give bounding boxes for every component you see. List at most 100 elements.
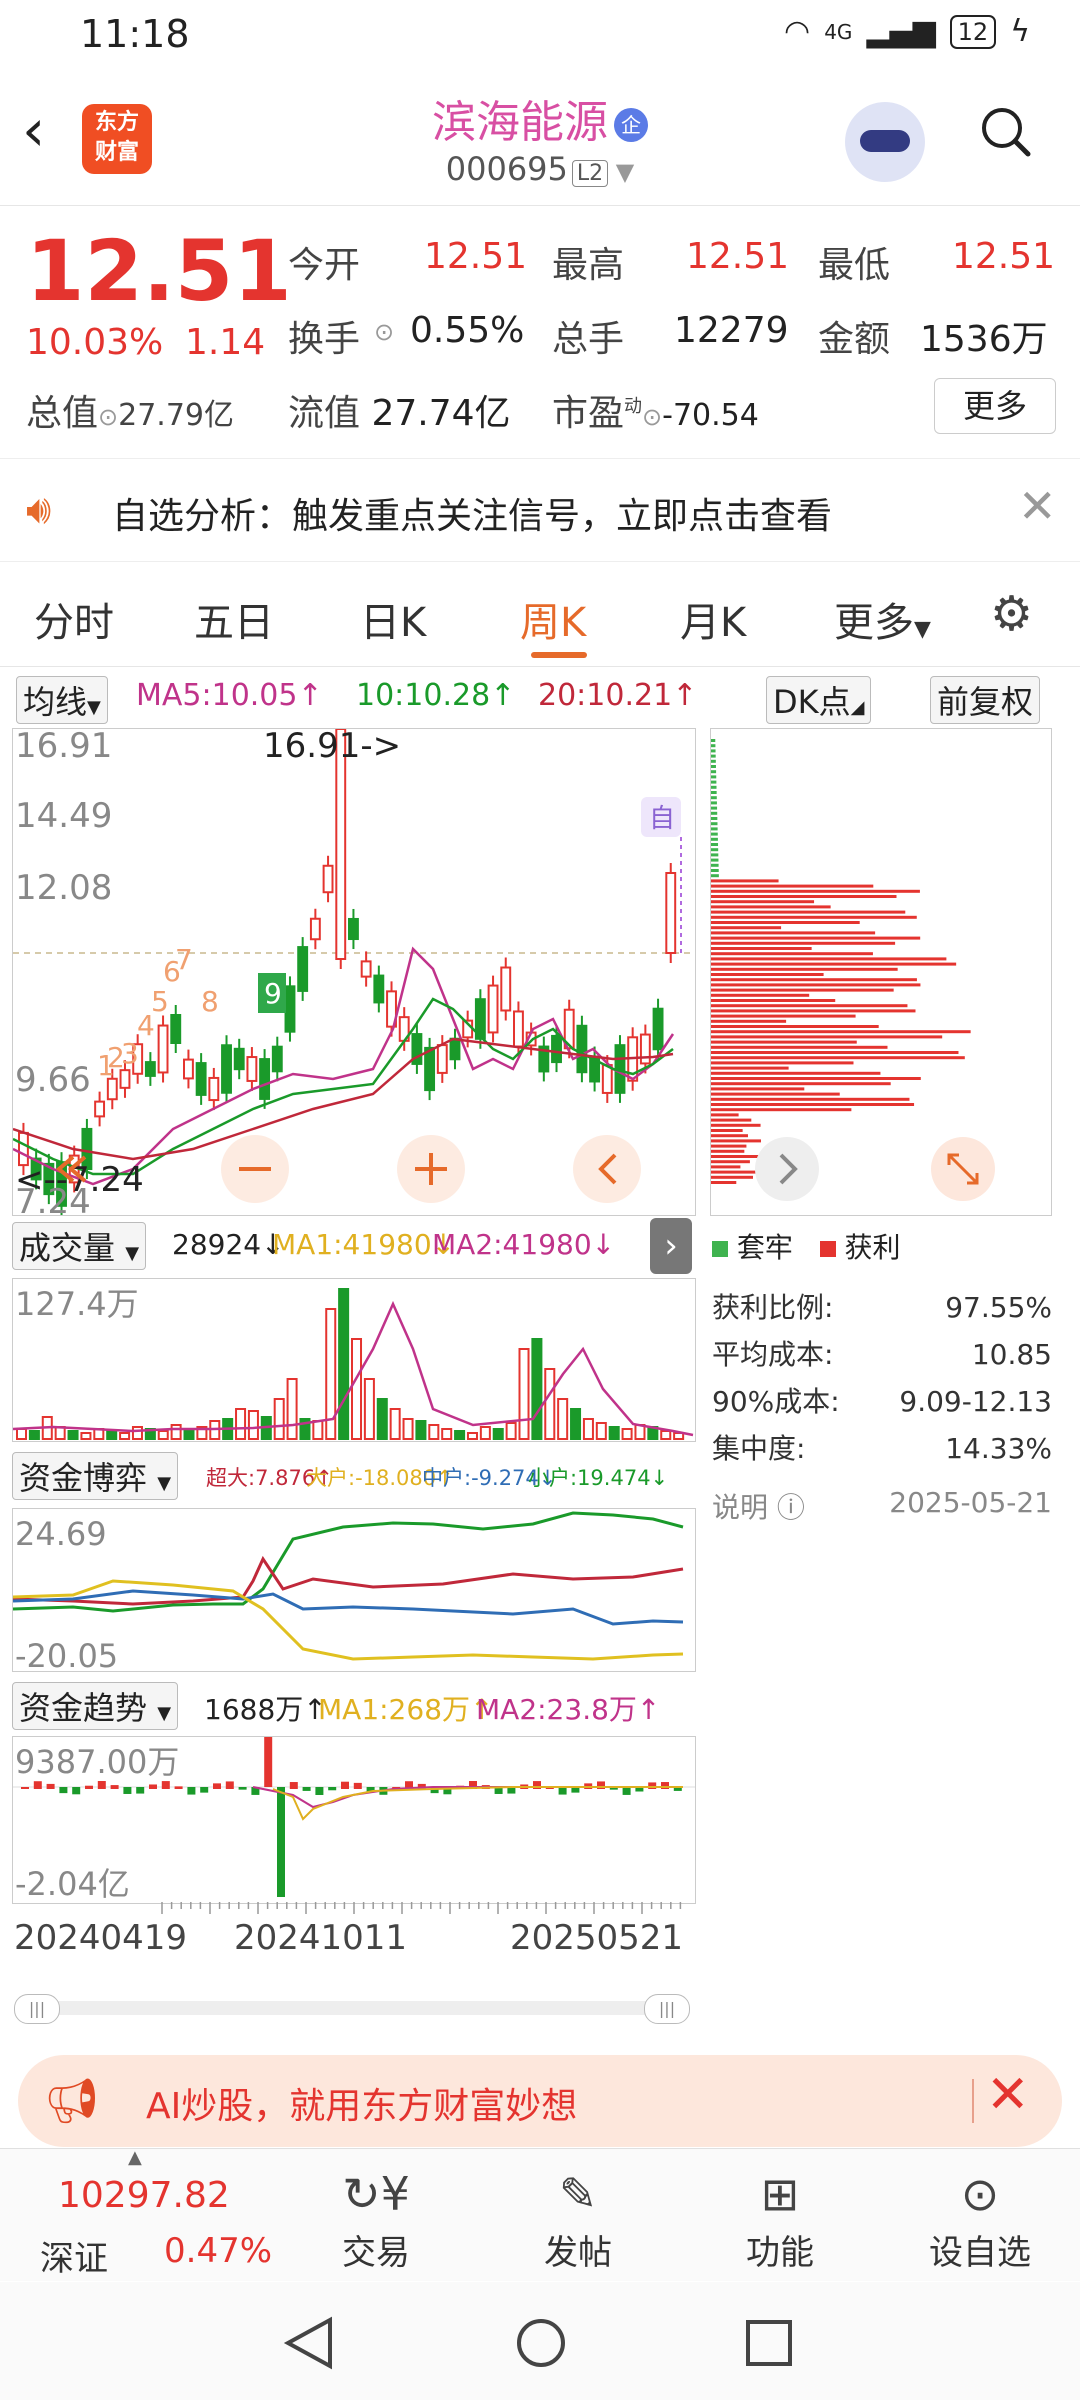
chip-note[interactable]: 说明 ⓘ bbox=[712, 1486, 805, 1526]
fullscreen-icon[interactable] bbox=[931, 1137, 995, 1201]
stock-name-text: 滨海能源 bbox=[432, 97, 608, 148]
trend-bar bbox=[136, 1787, 145, 1794]
capital-game-selector[interactable]: 资金博弈 ▼ bbox=[12, 1452, 179, 1500]
chip-bar bbox=[711, 1004, 908, 1008]
index-value[interactable]: 10297.82 bbox=[58, 2175, 230, 2216]
trend-bar bbox=[341, 1781, 349, 1789]
chip-bar bbox=[711, 993, 810, 997]
volume-selector[interactable]: 成交量 ▼ bbox=[12, 1222, 147, 1270]
chip-bar bbox=[711, 863, 719, 867]
chip-bar bbox=[711, 827, 718, 831]
capital-trend-selector[interactable]: 资金趋势 ▼ bbox=[12, 1682, 179, 1730]
search-icon[interactable] bbox=[980, 106, 1032, 158]
adjust-selector[interactable]: 前复权 bbox=[930, 676, 1041, 724]
trend-bar bbox=[97, 1781, 106, 1789]
promo-text: AI炒股，就用东方财富妙想 bbox=[146, 2086, 578, 2127]
volume-bar bbox=[119, 1432, 131, 1440]
chip-bar bbox=[711, 936, 921, 940]
volume-bar bbox=[582, 1418, 594, 1440]
index-percent[interactable]: 0.47% bbox=[164, 2231, 272, 2271]
trend-bar bbox=[213, 1783, 221, 1789]
current-price: 12.51 bbox=[26, 222, 292, 320]
system-back-icon[interactable] bbox=[282, 2316, 336, 2370]
chip-bar bbox=[711, 791, 717, 794]
trade-icon: ↻¥ bbox=[342, 2167, 410, 2221]
range-slider-right-handle[interactable]: ||| bbox=[644, 1994, 690, 2024]
chip-bar bbox=[711, 1134, 748, 1138]
system-recents-icon[interactable] bbox=[744, 2318, 794, 2368]
nav-functions[interactable]: ⊞ 功能 bbox=[720, 2163, 840, 2274]
expand-right-button[interactable] bbox=[755, 1137, 819, 1201]
chip-bar bbox=[711, 759, 716, 763]
y-axis-tick: 12.08 bbox=[15, 868, 112, 908]
chip-bar bbox=[711, 749, 716, 753]
market-cap: 总值⊙27.79亿 bbox=[26, 384, 234, 436]
nav-add-watchlist-label: 设自选 bbox=[929, 2233, 1031, 2273]
range-slider-left-handle[interactable]: ||| bbox=[14, 1994, 60, 2024]
chip-bar bbox=[711, 796, 717, 800]
chip-bar bbox=[711, 874, 719, 878]
range-slider-track[interactable] bbox=[14, 2001, 690, 2015]
nav-trade[interactable]: ↻¥ 交易 bbox=[316, 2163, 436, 2274]
chip-stat-label: 90%成本: bbox=[712, 1385, 840, 1418]
capital-trend-chart: 9387.00万 -2.04亿 bbox=[12, 1736, 696, 1904]
index-name[interactable]: 深证 bbox=[40, 2231, 108, 2280]
chip-distribution-chart[interactable] bbox=[710, 728, 1052, 1216]
kline-candle bbox=[449, 1037, 461, 1061]
chevron-right-icon[interactable]: › bbox=[650, 1218, 692, 1274]
volume-bar bbox=[466, 1432, 478, 1440]
info-icon: ⓘ bbox=[776, 1491, 805, 1524]
close-icon[interactable]: ✕ bbox=[1018, 479, 1057, 533]
zoom-out-button[interactable] bbox=[221, 1135, 289, 1203]
tab-weekly-k[interactable]: 周K bbox=[520, 590, 586, 648]
stock-header: ‹ 东方 财富 滨海能源企 000695 L2 ▼ bbox=[0, 70, 1080, 206]
y-axis-tick: 14.49 bbox=[15, 796, 112, 836]
dropdown-icon: ▼ bbox=[608, 158, 635, 186]
info-icon[interactable]: ⊙ bbox=[374, 318, 394, 346]
battery-icon: 12 bbox=[949, 14, 997, 49]
td-count-label: 1 bbox=[97, 1049, 115, 1082]
volume-bar bbox=[80, 1432, 92, 1440]
gear-icon[interactable]: ⚙ bbox=[990, 586, 1033, 642]
tab-monthly-k[interactable]: 月K bbox=[680, 590, 746, 648]
volume-selector-label: 成交量 bbox=[19, 1229, 116, 1267]
ai-promo-banner[interactable]: 📢︎ AI炒股，就用东方财富妙想 ✕ bbox=[18, 2055, 1062, 2147]
chip-bar bbox=[711, 988, 894, 992]
chip-stat-label: 集中度: bbox=[712, 1432, 806, 1465]
tab-five-day[interactable]: 五日 bbox=[194, 590, 274, 648]
tab-more[interactable]: 更多▼ bbox=[834, 590, 931, 648]
chip-bar bbox=[711, 843, 719, 846]
tab-daily-k[interactable]: 日K bbox=[360, 590, 426, 648]
close-icon[interactable]: ✕ bbox=[986, 2065, 1030, 2125]
zoom-in-button[interactable] bbox=[397, 1135, 465, 1203]
min-price-marker: <--7.24 bbox=[15, 1160, 144, 1200]
capital-trend-label: 资金趋势 bbox=[19, 1689, 148, 1727]
chip-bar bbox=[711, 889, 920, 893]
analysis-banner[interactable]: 🔊︎ 自选分析：触发重点关注信号，立即点击查看 ✕ bbox=[0, 458, 1080, 562]
nav-post[interactable]: ✎ 发帖 bbox=[518, 2163, 638, 2274]
scroll-left-button[interactable] bbox=[573, 1135, 641, 1203]
small-flow: 小户:19.474↓ bbox=[528, 1466, 669, 1490]
system-nav-bar bbox=[0, 2282, 1080, 2400]
chip-bar bbox=[711, 1056, 965, 1060]
chip-bar bbox=[711, 926, 782, 930]
custom-marker-tag[interactable]: 自 bbox=[649, 804, 675, 834]
chip-bar bbox=[711, 1040, 857, 1044]
system-home-icon[interactable] bbox=[514, 2316, 568, 2370]
chip-stat-label: 平均成本: bbox=[712, 1338, 834, 1371]
nav-add-watchlist[interactable]: ⊙ 设自选 bbox=[920, 2163, 1040, 2274]
kline-chart[interactable]: 16.91 14.49 12.08 9.66 7.24 16.91-> <--7… bbox=[12, 728, 696, 1216]
info-icon[interactable]: ⊙ bbox=[642, 403, 662, 431]
kline-candle bbox=[487, 984, 499, 1034]
dk-point-selector[interactable]: DK点◢ bbox=[766, 676, 872, 724]
ma-selector[interactable]: 均线▼ bbox=[16, 676, 108, 724]
info-icon[interactable]: ⊙ bbox=[98, 403, 118, 431]
nav-post-label: 发帖 bbox=[544, 2233, 612, 2273]
chip-bar bbox=[711, 1139, 761, 1143]
chip-bar bbox=[711, 858, 719, 862]
kline-candle bbox=[208, 1076, 220, 1102]
more-button[interactable]: 更多 bbox=[934, 378, 1056, 434]
tab-intraday[interactable]: 分时 bbox=[34, 590, 114, 648]
trend-bar bbox=[277, 1787, 285, 1897]
ai-assistant-avatar[interactable] bbox=[845, 102, 925, 182]
